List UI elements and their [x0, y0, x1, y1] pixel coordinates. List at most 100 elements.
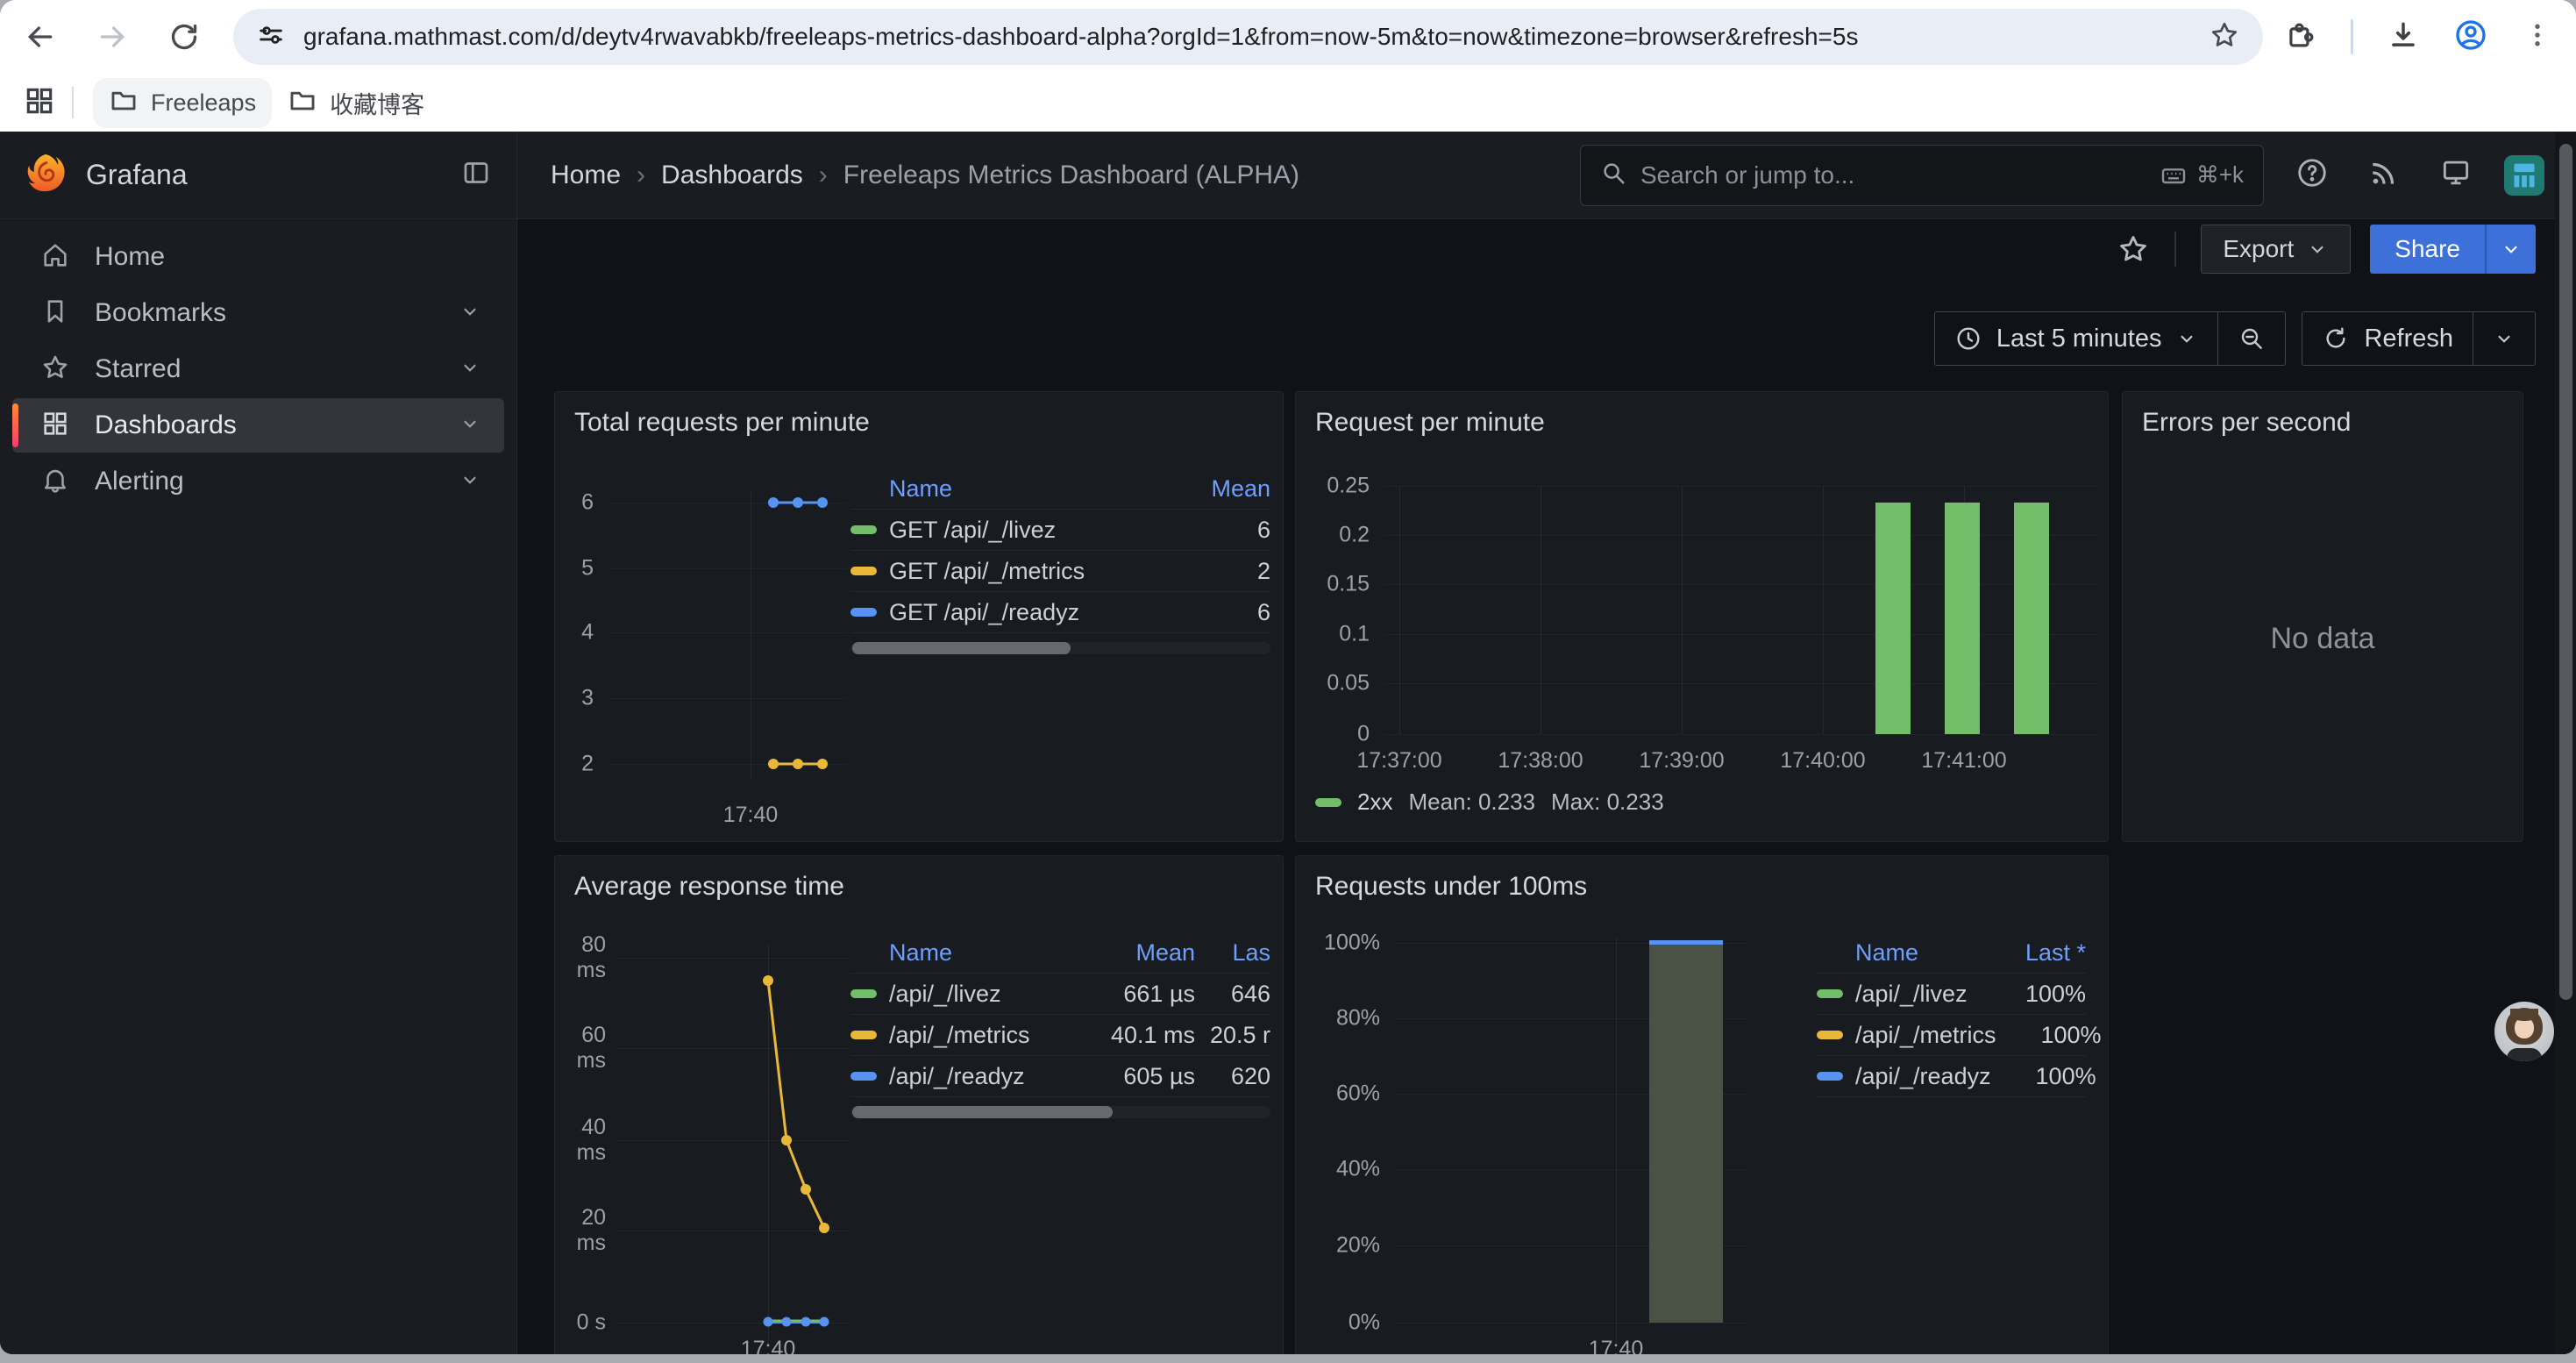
panel-title[interactable]: Errors per second — [2123, 392, 2523, 438]
table-row[interactable]: /api/_/metrics 100% — [1817, 1015, 2086, 1056]
time-range-button[interactable]: Last 5 minutes — [1935, 312, 2218, 365]
x-tick: 17:40 — [1581, 1337, 1651, 1354]
breadcrumb-home[interactable]: Home — [551, 161, 621, 190]
export-button[interactable]: Export — [2201, 225, 2351, 274]
series-color-pill — [850, 608, 877, 617]
sidebar-item-bookmarks[interactable]: Bookmarks — [12, 286, 504, 340]
y-tick: 100% — [1296, 931, 1380, 956]
y-tick: 80 ms — [555, 932, 606, 983]
chevron-down-icon — [2500, 238, 2523, 260]
sidebar-toggle-icon[interactable] — [460, 157, 492, 193]
back-icon[interactable] — [23, 19, 58, 54]
keyboard-icon — [2160, 161, 2188, 189]
chevron-down-icon[interactable] — [459, 300, 481, 327]
panel-title[interactable]: Average response time — [555, 856, 1283, 902]
col-name[interactable]: Name — [1855, 939, 1981, 967]
chart-legend: 2xx Mean: 0.233 Max: 0.233 — [1315, 789, 1664, 816]
legend-table: Name Last * /api/_/livez 100% /api/_/met… — [1817, 933, 2086, 1097]
sidebar-item-dashboards[interactable]: Dashboards — [12, 398, 504, 453]
table-scrollbar[interactable] — [850, 1106, 1270, 1118]
sidebar-item-home[interactable]: Home — [12, 230, 504, 284]
assistant-avatar[interactable] — [2494, 1002, 2554, 1061]
refresh-button[interactable]: Refresh — [2302, 312, 2473, 365]
time-controls: Last 5 minutes Refresh — [1934, 311, 2536, 366]
chevron-down-icon[interactable] — [459, 356, 481, 383]
no-data-message: No data — [2123, 622, 2523, 656]
y-tick: 0.15 — [1296, 572, 1370, 597]
col-name[interactable]: Name — [889, 475, 1174, 503]
bookmarks-bar: Freeleaps 收藏博客 — [0, 74, 2576, 132]
reload-icon[interactable] — [167, 19, 202, 54]
help-icon[interactable] — [2295, 156, 2329, 194]
search-icon — [1600, 160, 1626, 190]
breadcrumb-dashboards[interactable]: Dashboards — [661, 161, 803, 190]
series-color-pill — [1817, 1072, 1843, 1081]
col-last[interactable]: Las — [1195, 939, 1270, 967]
table-row[interactable]: /api/_/readyz 605 µs 620 — [850, 1056, 1270, 1097]
chevron-down-icon[interactable] — [459, 468, 481, 496]
chevron-down-icon — [2175, 327, 2198, 350]
chevron-down-icon[interactable] — [459, 412, 481, 439]
dashboard-main: Export Share Last 5 minutes — [517, 219, 2576, 1354]
chevron-down-icon — [2306, 238, 2329, 260]
x-tick: 17:37:00 — [1338, 748, 1461, 774]
toolbar-divider — [2351, 19, 2353, 54]
bell-icon — [40, 465, 70, 499]
extensions-icon[interactable] — [2284, 18, 2317, 56]
table-row[interactable]: GET /api/_/readyz 6 — [850, 592, 1270, 633]
profile-icon[interactable] — [2453, 18, 2488, 57]
search-input[interactable]: Search or jump to... ⌘+k — [1580, 145, 2264, 206]
scrollbar-thumb[interactable] — [2559, 144, 2572, 1000]
panel-title[interactable]: Request per minute — [1296, 392, 2108, 438]
sidebar-item-starred[interactable]: Starred — [12, 342, 504, 396]
refresh-interval-button[interactable] — [2473, 312, 2535, 365]
series-color-pill — [1817, 1031, 1843, 1039]
y-tick: 20 ms — [555, 1205, 606, 1256]
col-mean[interactable]: Mean — [1081, 939, 1195, 967]
news-rss-icon[interactable] — [2367, 156, 2401, 194]
favorite-star-icon[interactable] — [2117, 232, 2150, 266]
zoom-out-button[interactable] — [2218, 312, 2285, 365]
y-tick: 5 — [555, 556, 594, 582]
page-scrollbar[interactable] — [2555, 132, 2576, 1354]
col-last[interactable]: Last * — [1981, 939, 2086, 967]
y-tick: 0.05 — [1296, 671, 1370, 696]
legend-series[interactable]: 2xx — [1357, 789, 1392, 816]
bookmark-star-icon[interactable] — [2209, 19, 2240, 55]
grafana-logo-icon[interactable] — [25, 152, 67, 198]
panel-title[interactable]: Requests under 100ms — [1296, 856, 2108, 902]
url-text[interactable]: grafana.mathmast.com/d/deytv4rwavabkb/fr… — [303, 23, 2191, 51]
share-menu-button[interactable] — [2485, 225, 2536, 274]
bookmark-folder-freeleaps[interactable]: Freeleaps — [93, 78, 272, 128]
x-tick: 17:38:00 — [1479, 748, 1602, 774]
table-scrollbar[interactable] — [850, 642, 1270, 654]
search-shortcut: ⌘+k — [2160, 161, 2244, 189]
apps-grid-icon[interactable] — [23, 84, 56, 122]
series-color-pill — [850, 989, 877, 998]
table-row[interactable]: /api/_/readyz 100% — [1817, 1056, 2086, 1097]
download-icon[interactable] — [2387, 18, 2420, 56]
kiosk-monitor-icon[interactable] — [2439, 156, 2473, 194]
address-bar[interactable]: grafana.mathmast.com/d/deytv4rwavabkb/fr… — [233, 9, 2263, 65]
panel-title[interactable]: Total requests per minute — [555, 392, 1283, 438]
table-row[interactable]: GET /api/_/metrics 2 — [850, 551, 1270, 592]
table-row[interactable]: /api/_/metrics 40.1 ms 20.5 r — [850, 1015, 1270, 1056]
user-avatar[interactable] — [2504, 155, 2544, 196]
table-row[interactable]: /api/_/livez 100% — [1817, 974, 2086, 1015]
menu-kebab-icon[interactable] — [2522, 19, 2553, 55]
table-row[interactable]: /api/_/livez 661 µs 646 — [850, 974, 1270, 1015]
col-name[interactable]: Name — [889, 939, 1081, 967]
y-tick: 40% — [1296, 1157, 1380, 1182]
site-settings-icon[interactable] — [256, 20, 286, 54]
bookmark-folder-blogs[interactable]: 收藏博客 — [272, 78, 440, 128]
home-icon — [40, 240, 70, 275]
refresh-group: Refresh — [2302, 311, 2536, 366]
col-mean[interactable]: Mean — [1174, 475, 1270, 503]
y-tick: 40 ms — [555, 1115, 606, 1166]
sidebar-item-alerting[interactable]: Alerting — [12, 454, 504, 509]
table-row[interactable]: GET /api/_/livez 6 — [850, 510, 1270, 551]
forward-icon[interactable] — [95, 19, 130, 54]
share-button[interactable]: Share — [2370, 225, 2485, 274]
bookmark-label: 收藏博客 — [330, 86, 424, 120]
series-color-pill — [1315, 798, 1341, 807]
